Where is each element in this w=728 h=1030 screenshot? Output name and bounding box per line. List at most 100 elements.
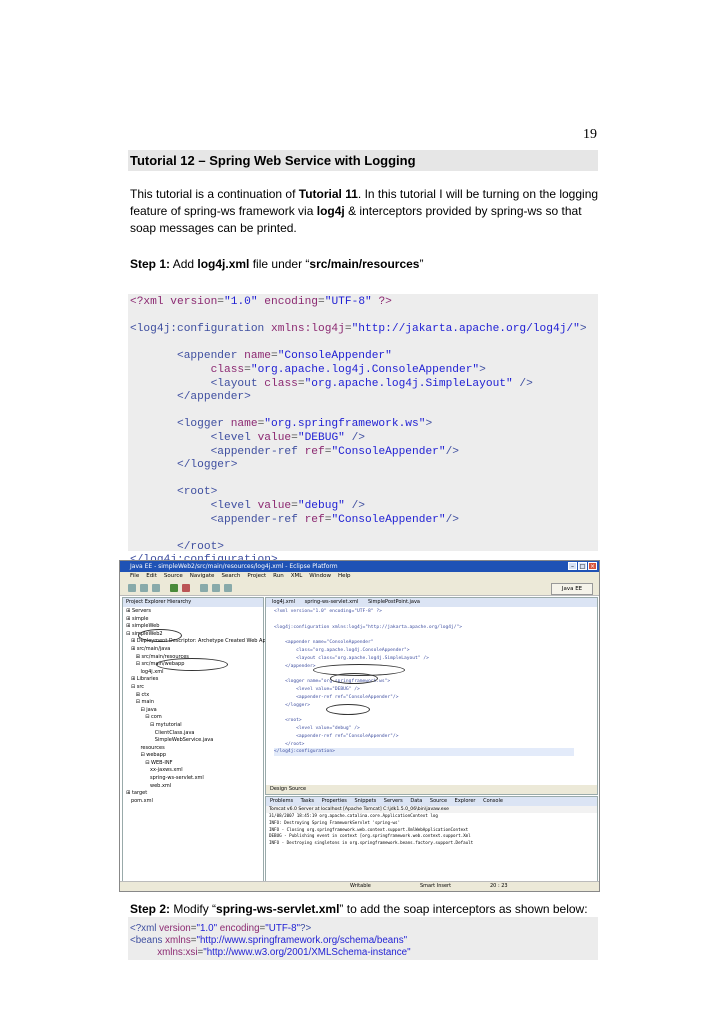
code-token: </appender>	[177, 391, 251, 404]
annotation-circle	[156, 658, 228, 671]
tree-item[interactable]: ⊟ WEB-INF	[123, 760, 263, 768]
code-token: "org.springframework.ws"	[264, 418, 426, 431]
editor-line: <appender name="ConsoleAppender"	[274, 640, 374, 646]
code-token: />	[512, 377, 533, 390]
new-icon[interactable]	[128, 584, 136, 592]
console-tabs[interactable]: Problems Tasks Properties Snippets Serve…	[266, 797, 597, 806]
editor-line: <appender-ref ref="ConsoleAppender"/>	[274, 733, 399, 739]
code-token: "ConsoleAppender"	[331, 445, 446, 458]
code-token: "ConsoleAppender"	[331, 513, 446, 526]
perspective-switcher[interactable]: Java EE	[551, 583, 593, 595]
tree-item[interactable]: ⊟ webapp	[123, 752, 263, 760]
tree-item[interactable]: web.xml	[123, 783, 263, 791]
code-token: >	[479, 363, 486, 376]
menu-item-source[interactable]: Source	[164, 572, 183, 581]
code-token: <level	[210, 431, 258, 444]
tree-item[interactable]: ⊟ src	[123, 684, 263, 692]
tree-item[interactable]: ⊞ Libraries	[123, 676, 263, 684]
code-token: =	[318, 296, 325, 308]
tree-item[interactable]: ⊞ target	[123, 790, 263, 798]
servlet-code-line: xmlns:xsi="http://www.w3.org/2001/XMLSch…	[130, 947, 411, 958]
menu-item-edit[interactable]: Edit	[146, 572, 157, 581]
code-token: "ConsoleAppender"	[277, 350, 392, 363]
editor-line: <level value="debug" />	[274, 725, 360, 731]
print-icon[interactable]	[152, 584, 160, 592]
editor-line: </root>	[274, 741, 305, 747]
menu-item-help[interactable]: Help	[338, 572, 351, 581]
code-line: <log4j:configuration xmlns:log4j="http:/…	[128, 323, 598, 337]
close-icon[interactable]: ×	[588, 562, 597, 570]
menu-item-window[interactable]: Window	[309, 572, 331, 581]
editor-line: class="org.apache.log4j.ConsoleAppender"…	[274, 647, 410, 653]
servlet-code-line: <?xml version="1.0" encoding="UTF-8"?>	[130, 923, 312, 934]
tree-item[interactable]: ⊞ ctx	[123, 692, 263, 700]
annotation-circle	[326, 704, 370, 715]
code-token: =	[297, 377, 305, 390]
debug-icon[interactable]	[182, 584, 190, 592]
tree-item[interactable]: ⊟ mytutorial	[123, 722, 263, 730]
tree-item[interactable]: xx-jaxws.xml	[123, 767, 263, 775]
code-token: value	[257, 499, 292, 512]
menu-item-project[interactable]: Project	[247, 572, 266, 581]
console-view: Problems Tasks Properties Snippets Serve…	[265, 796, 598, 882]
code-token: =	[217, 296, 225, 308]
code-token: <level	[210, 499, 258, 512]
code-token: =	[344, 323, 352, 336]
code-token: ref	[304, 445, 325, 458]
tree-item[interactable]: pom.xml	[123, 798, 263, 806]
tree-item[interactable]: spring-ws-servlet.xml	[123, 775, 263, 783]
tree-item[interactable]: ⊟ main	[123, 699, 263, 707]
editor-line: <?xml version="1.0" encoding="UTF-8" ?>	[274, 609, 382, 614]
window-title-bar: Java EE - simpleWeb2/src/main/resources/…	[120, 561, 599, 572]
tree-item[interactable]: resources	[123, 745, 263, 753]
minimize-icon[interactable]: –	[568, 562, 577, 570]
code-token: />	[445, 445, 460, 458]
status-position: 20 : 23	[490, 883, 508, 889]
editor-tabs[interactable]: log4j.xml spring-ws-servlet.xml SimplePo…	[266, 598, 597, 607]
back-icon[interactable]	[212, 584, 220, 592]
code-token: ref	[304, 513, 325, 526]
tree-item[interactable]: ClientClass.java	[123, 730, 263, 738]
editor-bottom-tabs[interactable]: Design Source	[266, 785, 597, 794]
tree-item[interactable]: ⊞ simpleWeb	[123, 623, 263, 631]
code-token: "UTF-8"	[324, 296, 372, 308]
menu-item-file[interactable]: File	[130, 572, 139, 581]
project-explorer: Project Explorer Hierarchy ⊞ Servers ⊞ s…	[122, 597, 287, 891]
forward-icon[interactable]	[224, 584, 232, 592]
code-token: />	[344, 499, 366, 512]
code-token: "http://jakarta.apache.org/log4j/"	[351, 323, 580, 336]
tree-item[interactable]: ⊞ Servers	[123, 608, 263, 616]
code-token: ?>	[371, 296, 392, 308]
editor-line: </logger>	[274, 702, 310, 708]
editor-content[interactable]: <?xml version="1.0" encoding="UTF-8" ?> …	[266, 607, 597, 757]
page-number: 19	[583, 127, 597, 142]
code-token: >	[425, 418, 433, 431]
code-token: </logger>	[177, 459, 238, 472]
menu-item-run[interactable]: Run	[273, 572, 284, 581]
step1-heading: Step 1: Add log4j.xml file under “src/ma…	[130, 257, 424, 271]
save-icon[interactable]	[140, 584, 148, 592]
menu-item-navigate[interactable]: Navigate	[190, 572, 215, 581]
tree-item[interactable]: ⊞ src/main/java	[123, 646, 263, 654]
run-icon[interactable]	[170, 584, 178, 592]
tab-project-explorer[interactable]: Project Explorer Hierarchy	[123, 598, 263, 607]
code-token: encoding	[257, 296, 319, 308]
tree-item[interactable]: ⊟ java	[123, 707, 263, 715]
code-token: <log4j:configuration	[130, 323, 271, 336]
tree-item[interactable]: ⊟ com	[123, 714, 263, 722]
editor-line: <level value="DEBUG" />	[274, 686, 360, 692]
intro-paragraph: This tutorial is a continuation of Tutor…	[130, 187, 599, 235]
search-icon[interactable]	[200, 584, 208, 592]
code-line: <layout class="org.apache.log4j.SimpleLa…	[128, 378, 598, 392]
menu-item-xml[interactable]: XML	[291, 572, 303, 581]
console-line: INFO - Destroying singletons in org.spri…	[269, 840, 474, 846]
tree-item[interactable]: SimpleWebService.java	[123, 737, 263, 745]
tree-item[interactable]: ⊞ simple	[123, 616, 263, 624]
maximize-icon[interactable]: □	[578, 562, 587, 570]
code-token: =	[244, 363, 251, 376]
status-bar: Writable Smart Insert 20 : 23	[120, 881, 599, 891]
menu-item-search[interactable]: Search	[221, 572, 240, 581]
